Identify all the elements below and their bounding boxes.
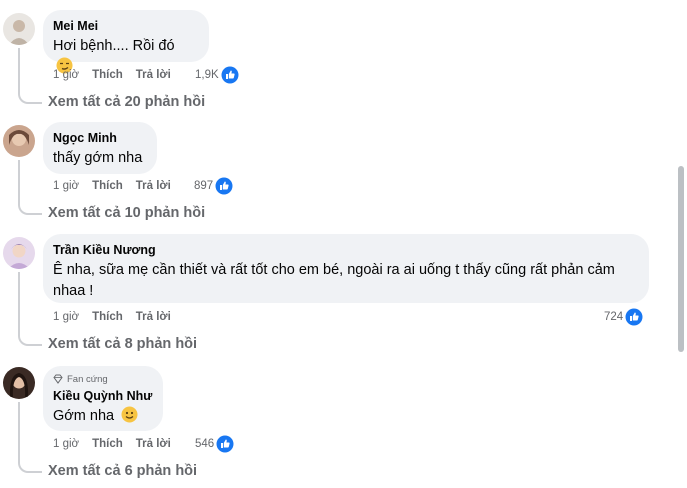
avatar[interactable] bbox=[3, 237, 35, 269]
thread-line bbox=[18, 402, 42, 473]
commenter-name[interactable]: Kiều Quỳnh Như bbox=[53, 388, 152, 404]
view-replies-link[interactable]: Xem tất cả 8 phản hồi bbox=[48, 335, 197, 353]
fan-badge-label: Fan cứng bbox=[67, 373, 108, 385]
reply-button[interactable]: Trả lời bbox=[136, 311, 171, 323]
comment-text: Ê nha, sữa mẹ cần thiết và rất tốt cho e… bbox=[53, 262, 615, 299]
reaction-summary[interactable]: 546 bbox=[195, 435, 234, 453]
fan-badge: Fan cứng bbox=[53, 372, 151, 386]
comment-actions: 1 giờ Thích Trả lời bbox=[53, 436, 184, 452]
comment-actions: 1 giờ Thích Trả lời bbox=[53, 178, 184, 194]
commenter-name[interactable]: Trần Kiều Nương bbox=[53, 242, 637, 258]
commenter-name[interactable]: Ngọc Minh bbox=[53, 130, 145, 146]
like-button[interactable]: Thích bbox=[92, 180, 123, 192]
comment-time[interactable]: 1 giờ bbox=[53, 180, 79, 192]
smile-emoji-icon bbox=[121, 406, 138, 423]
reaction-count: 1,9K bbox=[195, 69, 219, 81]
comment-time[interactable]: 1 giờ bbox=[53, 69, 79, 81]
like-button[interactable]: Thích bbox=[92, 69, 123, 81]
reaction-summary[interactable]: 724 bbox=[604, 308, 643, 326]
comment-bubble: Fan cứng Kiều Quỳnh Như Gớm nha bbox=[43, 366, 163, 431]
comment-bubble: Trần Kiều Nương Ê nha, sữa mẹ cần thiết … bbox=[43, 234, 649, 303]
reaction-summary[interactable]: 897 bbox=[194, 177, 233, 195]
like-button[interactable]: Thích bbox=[92, 438, 123, 450]
thread-line bbox=[18, 160, 42, 215]
comment-bubble: Ngọc Minh thấy gớm nha bbox=[43, 122, 157, 174]
comment-bubble: Mei Mei Hơi bệnh.... Rồi đó bbox=[43, 10, 209, 74]
reaction-count: 724 bbox=[604, 311, 624, 323]
avatar[interactable] bbox=[3, 125, 35, 157]
avatar[interactable] bbox=[3, 13, 35, 45]
scrollbar-thumb[interactable] bbox=[678, 166, 684, 352]
like-button[interactable]: Thích bbox=[92, 311, 123, 323]
like-reaction-icon bbox=[215, 177, 233, 195]
reply-button[interactable]: Trả lời bbox=[136, 438, 171, 450]
reaction-count: 897 bbox=[194, 180, 214, 192]
diamond-icon bbox=[53, 374, 63, 384]
commenter-name[interactable]: Mei Mei bbox=[53, 18, 197, 34]
comment-actions: 1 giờ Thích Trả lời bbox=[53, 309, 184, 325]
comment-time[interactable]: 1 giờ bbox=[53, 438, 79, 450]
avatar[interactable] bbox=[3, 367, 35, 399]
view-replies-link[interactable]: Xem tất cả 10 phản hồi bbox=[48, 204, 205, 222]
view-replies-link[interactable]: Xem tất cả 6 phản hồi bbox=[48, 462, 197, 480]
reply-button[interactable]: Trả lời bbox=[136, 180, 171, 192]
thread-line bbox=[18, 272, 42, 346]
reply-button[interactable]: Trả lời bbox=[136, 69, 171, 81]
reaction-count: 546 bbox=[195, 438, 215, 450]
reaction-summary[interactable]: 1,9K bbox=[195, 66, 239, 84]
like-reaction-icon bbox=[625, 308, 643, 326]
view-replies-link[interactable]: Xem tất cả 20 phản hồi bbox=[48, 93, 205, 111]
thread-line bbox=[18, 48, 42, 104]
comment-time[interactable]: 1 giờ bbox=[53, 311, 79, 323]
comment-actions: 1 giờ Thích Trả lời bbox=[53, 67, 184, 83]
comment-text: Hơi bệnh.... Rồi đó bbox=[53, 38, 175, 54]
like-reaction-icon bbox=[216, 435, 234, 453]
like-reaction-icon bbox=[221, 66, 239, 84]
comment-text: Gớm nha bbox=[53, 408, 115, 424]
comment-text: thấy gớm nha bbox=[53, 150, 143, 166]
